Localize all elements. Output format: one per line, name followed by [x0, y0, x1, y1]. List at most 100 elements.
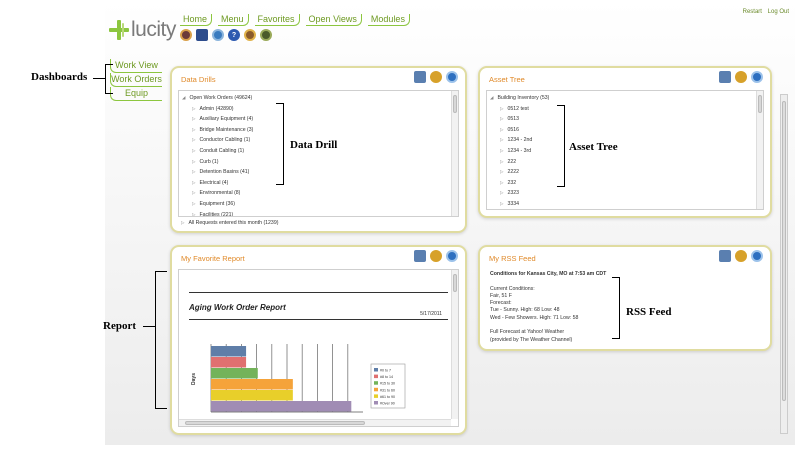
- tree-item[interactable]: ▷ Facilities (221): [182, 210, 253, 216]
- export-icon[interactable]: [719, 250, 731, 262]
- wrench-swords-icon[interactable]: [196, 29, 208, 41]
- expand-arrow-icon[interactable]: ▷: [500, 148, 503, 153]
- legend-swatch-3: [374, 387, 378, 392]
- export-icon[interactable]: [414, 71, 426, 83]
- dashboard-work-view[interactable]: Work View: [110, 59, 162, 73]
- tree-item[interactable]: ▷ 1234 - 2nd: [490, 135, 549, 146]
- page-scrollbar[interactable]: [780, 94, 788, 434]
- rss-line: [490, 278, 606, 285]
- nav-home[interactable]: Home: [180, 14, 213, 26]
- globe-search-icon[interactable]: [212, 29, 224, 41]
- settings-icon[interactable]: [430, 71, 442, 83]
- tree-item[interactable]: ▷ 1234 - 3rd: [490, 146, 549, 157]
- panel-tools: [715, 71, 763, 83]
- tree-item[interactable]: ▷ Bridge Maintenance (3): [182, 125, 253, 136]
- expand-arrow-icon[interactable]: ▷: [192, 212, 195, 216]
- settings-wheel-icon[interactable]: [180, 29, 192, 41]
- legend-swatch-0: [374, 368, 378, 372]
- tree-root[interactable]: ◢ Open Work Orders (49624): [182, 93, 253, 104]
- export-icon[interactable]: [414, 250, 426, 262]
- expand-arrow-icon[interactable]: ▷: [500, 127, 503, 132]
- tree-item[interactable]: ▷ Conductor Cabling (1): [182, 135, 253, 146]
- dashboard-equip[interactable]: Equip: [110, 87, 162, 101]
- aging-bar-chart: Days #0 to 7 #8 to 14 #15 to 30 #31 to 60 #61…: [191, 344, 406, 413]
- expand-arrow-icon[interactable]: ▷: [192, 116, 195, 121]
- help-icon[interactable]: ?: [228, 29, 240, 41]
- nav-modules[interactable]: Modules: [367, 14, 410, 26]
- report-viewer: Aging Work Order Report 5/17/2011 Days #0…: [178, 269, 459, 427]
- rss-line: Full Forecast at Yahoo! Weather: [490, 329, 565, 336]
- expand-arrow-icon[interactable]: ▷: [500, 190, 503, 195]
- restart-link[interactable]: Restart: [743, 9, 762, 15]
- logout-link[interactable]: Log Out: [768, 9, 789, 15]
- settings-icon[interactable]: [430, 250, 442, 262]
- tree-item[interactable]: ▷ Equipment (36): [182, 199, 253, 210]
- tree-item[interactable]: ▷ 222: [490, 157, 549, 168]
- report-date: 5/17/2011: [420, 311, 442, 317]
- expand-arrow-icon[interactable]: ▷: [500, 201, 503, 206]
- tree-item[interactable]: ▷ 0513: [490, 114, 549, 125]
- tree-item[interactable]: ▷ 232: [490, 178, 549, 189]
- panel-title: My Favorite Report: [181, 254, 245, 263]
- expand-arrow-icon[interactable]: ▷: [192, 190, 195, 195]
- expand-arrow-icon[interactable]: ▷: [192, 180, 195, 185]
- expand-arrow-icon[interactable]: ▷: [192, 137, 195, 142]
- expand-arrow-icon[interactable]: ▷: [500, 116, 503, 121]
- tree-item[interactable]: ▷ Environmental (8): [182, 188, 253, 199]
- expand-arrow-icon[interactable]: ▷: [192, 201, 195, 206]
- tree-item[interactable]: ▷ 0516: [490, 125, 549, 136]
- expand-arrow-icon[interactable]: ▷: [192, 169, 195, 174]
- expand-arrow-icon[interactable]: ▷: [500, 159, 503, 164]
- panel-title: Data Drills: [181, 75, 216, 84]
- annotation-dashboards: Dashboards: [31, 71, 88, 83]
- expand-arrow-icon[interactable]: ▷: [500, 106, 503, 111]
- vertical-scrollbar[interactable]: [756, 91, 763, 209]
- gear-icon[interactable]: [260, 29, 272, 41]
- expand-arrow-icon[interactable]: ▷: [192, 159, 195, 164]
- refresh-icon[interactable]: [446, 71, 458, 83]
- legend-swatch-1: [374, 374, 378, 379]
- rss-line: Fair, 51 F: [490, 292, 512, 299]
- refresh-icon[interactable]: [446, 250, 458, 262]
- tree-item[interactable]: ▷ Admin (42890): [182, 104, 253, 115]
- refresh-icon[interactable]: [751, 250, 763, 262]
- dashboard-tabs: Work View Work Orders Equip: [110, 59, 162, 101]
- expand-arrow-icon[interactable]: ▷: [192, 148, 195, 153]
- report-panel: My Favorite Report Aging Work Order Repo…: [170, 245, 467, 435]
- tree-item[interactable]: ▷ Detention Basins (41): [182, 167, 253, 178]
- horizontal-scrollbar[interactable]: [179, 419, 451, 426]
- data-drills-tree: ◢ Open Work Orders (49624) ▷ Admin (42890)…: [178, 90, 459, 217]
- y-axis-label: Days: [191, 373, 197, 385]
- bar-3: [211, 379, 293, 390]
- dashboard-work-orders[interactable]: Work Orders: [110, 73, 162, 87]
- settings-icon[interactable]: [735, 71, 747, 83]
- tree-item[interactable]: ▷ 2222: [490, 167, 549, 178]
- expand-arrow-icon[interactable]: ▷: [192, 127, 195, 132]
- nav-favorites[interactable]: Favorites: [254, 14, 300, 26]
- bar-0: [211, 346, 247, 357]
- palette-icon[interactable]: [244, 29, 256, 41]
- tree-item[interactable]: ▷ Conduit Cabling (1): [182, 146, 253, 157]
- expand-arrow-icon[interactable]: ▷: [500, 180, 503, 185]
- tree-item[interactable]: ▷ Auxiliary Equipment (4): [182, 114, 253, 125]
- expand-arrow-icon[interactable]: ▷: [500, 137, 503, 142]
- tree-item[interactable]: ▷ Curb (1): [182, 157, 253, 168]
- expand-arrow-icon[interactable]: ▷: [500, 169, 503, 174]
- settings-icon[interactable]: [735, 250, 747, 262]
- legend-label-4: #61 to 90: [380, 395, 395, 399]
- expand-arrow-icon[interactable]: ▷: [192, 106, 195, 111]
- tree-item[interactable]: ▷ Electrical (4): [182, 178, 253, 189]
- all-requests-item[interactable]: ▷ All Requests entered this month (1239): [181, 220, 278, 226]
- logo-text: lucity: [131, 18, 176, 41]
- export-icon[interactable]: [719, 71, 731, 83]
- vertical-scrollbar[interactable]: [451, 270, 458, 419]
- tree-root[interactable]: ◢ Building Inventory (53): [490, 93, 549, 104]
- tree-item[interactable]: ▷ 0512 test: [490, 104, 549, 115]
- tree-item[interactable]: ▷ 3334: [490, 199, 549, 209]
- panel-tools: [410, 250, 458, 262]
- nav-menu[interactable]: Menu: [218, 14, 249, 26]
- tree-item[interactable]: ▷ 2323: [490, 188, 549, 199]
- nav-open-views[interactable]: Open Views: [305, 14, 362, 26]
- vertical-scrollbar[interactable]: [451, 91, 458, 216]
- refresh-icon[interactable]: [751, 71, 763, 83]
